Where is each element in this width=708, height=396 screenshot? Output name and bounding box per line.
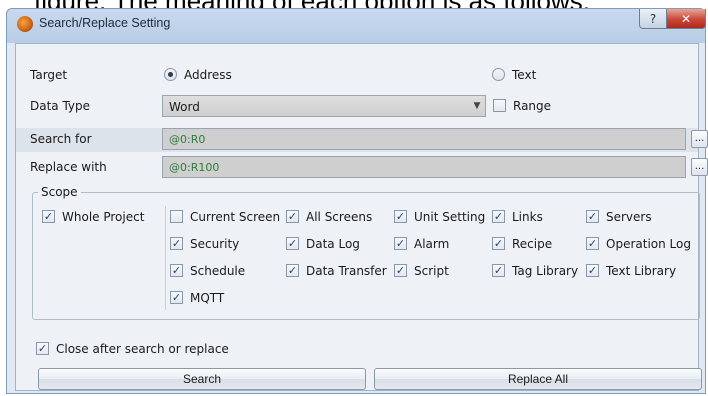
target-label: Target	[30, 68, 68, 82]
scope-option-label[interactable]: Unit Setting	[414, 210, 485, 224]
range-checkbox[interactable]	[493, 99, 506, 112]
scope-option-label[interactable]: Tag Library	[512, 264, 578, 278]
close-button[interactable]: ✕	[666, 9, 706, 29]
scope-option-label[interactable]: All Screens	[306, 210, 372, 224]
data-type-select[interactable]: Word ▼	[162, 95, 486, 117]
target-text-radio[interactable]	[492, 68, 505, 81]
scope-option-label[interactable]: Links	[512, 210, 543, 224]
replace-with-browse-button[interactable]: ...	[691, 158, 708, 176]
search-for-field[interactable]	[162, 128, 686, 150]
scope-checkbox[interactable]: ✓	[170, 264, 183, 277]
scope-option-label[interactable]: Text Library	[606, 264, 676, 278]
scope-checkbox[interactable]: ✓	[286, 264, 299, 277]
chevron-down-icon[interactable]: ▼	[469, 96, 485, 116]
scope-checkbox[interactable]: ✓	[394, 237, 407, 250]
scope-checkbox[interactable]: ✓	[394, 264, 407, 277]
scope-checkbox[interactable]: ✓	[492, 237, 505, 250]
app-icon	[17, 16, 33, 32]
close-after-label[interactable]: Close after search or replace	[56, 342, 229, 356]
scope-option-label[interactable]: Security	[190, 237, 239, 251]
scope-checkbox[interactable]: ✓	[286, 210, 299, 223]
target-address-radio[interactable]	[164, 68, 177, 81]
scope-option-label[interactable]: Alarm	[414, 237, 449, 251]
search-for-input[interactable]	[163, 129, 685, 149]
data-type-value: Word	[169, 100, 200, 114]
scope-title: Scope	[38, 185, 81, 199]
scope-checkbox[interactable]: ✓	[170, 237, 183, 250]
help-button[interactable]: ?	[639, 9, 667, 29]
scope-option-label[interactable]: Schedule	[190, 264, 245, 278]
scope-option-label[interactable]: Script	[414, 264, 449, 278]
scope-option-label[interactable]: Data Transfer	[306, 264, 387, 278]
replace-with-field[interactable]	[162, 156, 686, 178]
scope-checkbox[interactable]: ✓	[586, 237, 599, 250]
scope-option-label[interactable]: Operation Log	[606, 237, 691, 251]
search-button[interactable]: Search	[38, 368, 366, 390]
title-bar: Search/Replace Setting ? ✕	[7, 9, 706, 39]
data-type-label: Data Type	[30, 99, 91, 113]
scope-checkbox[interactable]	[170, 210, 183, 223]
scope-option-label[interactable]: Recipe	[512, 237, 552, 251]
replace-with-label: Replace with	[30, 160, 107, 174]
scope-option-label[interactable]: Servers	[606, 210, 652, 224]
scope-option-label[interactable]: Data Log	[306, 237, 360, 251]
close-after-checkbox[interactable]: ✓	[36, 342, 49, 355]
scope-checkbox[interactable]: ✓	[170, 291, 183, 304]
whole-project-label[interactable]: Whole Project	[62, 210, 144, 224]
scope-checkbox[interactable]: ✓	[586, 264, 599, 277]
search-replace-dialog: Search/Replace Setting ? ✕ Target Addres…	[6, 8, 708, 394]
scope-checkbox[interactable]: ✓	[286, 237, 299, 250]
scope-checkbox[interactable]: ✓	[492, 264, 505, 277]
whole-project-checkbox[interactable]: ✓	[42, 210, 55, 223]
window-title: Search/Replace Setting	[39, 16, 171, 30]
search-for-label: Search for	[30, 132, 92, 146]
range-label[interactable]: Range	[513, 99, 551, 113]
scope-option-label[interactable]: MQTT	[190, 291, 224, 305]
scope-checkbox[interactable]: ✓	[492, 210, 505, 223]
replace-all-button[interactable]: Replace All	[374, 368, 702, 390]
scope-checkbox[interactable]: ✓	[586, 210, 599, 223]
dialog-body: Target Address Text Data Type Word ▼ Ran…	[15, 43, 708, 391]
scope-checkbox[interactable]: ✓	[394, 210, 407, 223]
search-for-browse-button[interactable]: ...	[691, 130, 708, 148]
target-address-label[interactable]: Address	[184, 68, 232, 82]
scope-option-label[interactable]: Current Screen	[190, 210, 280, 224]
scope-divider	[165, 206, 166, 310]
target-text-label[interactable]: Text	[512, 68, 536, 82]
replace-with-input[interactable]	[163, 157, 685, 177]
